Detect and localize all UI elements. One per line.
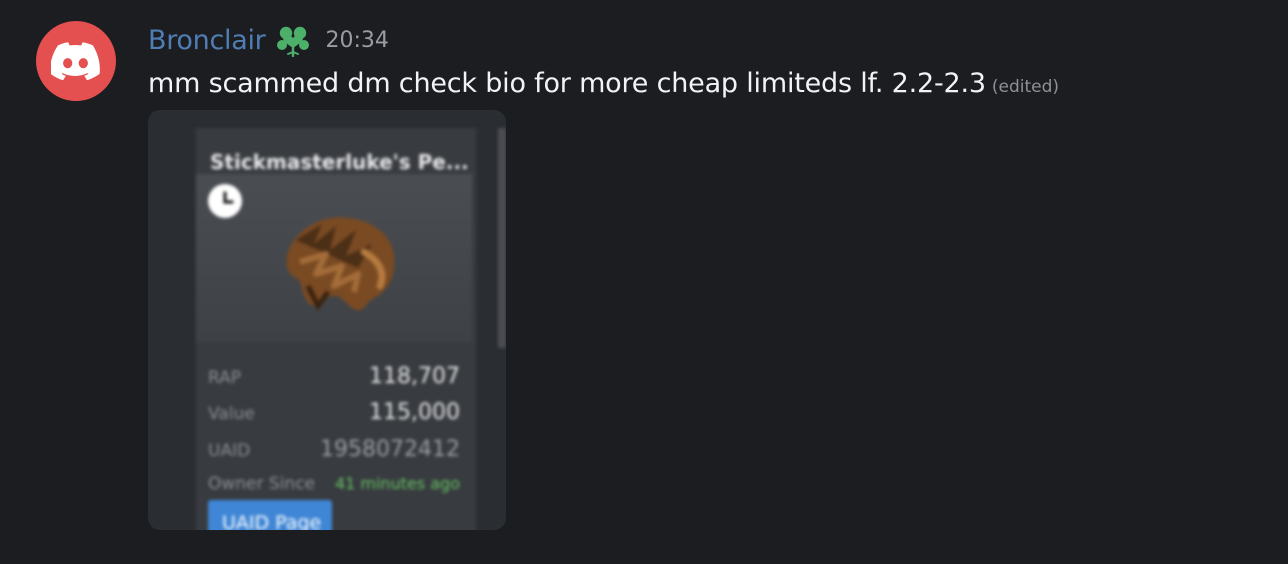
edited-label: (edited) — [991, 77, 1060, 97]
message-content: mm scammed dm check bio for more cheap l… — [148, 64, 1059, 107]
image-attachment[interactable]: Stickmasterluke's Pe... RAP 118,707 Valu… — [148, 110, 506, 530]
message-text: mm scammed dm check bio for more cheap l… — [148, 68, 986, 99]
stat-row-uaid: UAID 1958072412 — [208, 437, 460, 462]
card-title: Stickmasterluke's Pe... — [210, 150, 469, 174]
discord-logo-icon — [51, 42, 100, 80]
stat-value: 115,000 — [369, 400, 460, 425]
clover-icon[interactable] — [275, 22, 311, 58]
stat-row-value: Value 115,000 — [208, 400, 460, 425]
stat-value: 118,707 — [369, 364, 460, 389]
stat-value: 41 minutes ago — [334, 474, 460, 493]
stat-row-owner-since: Owner Since 41 minutes ago — [208, 474, 460, 494]
attachment-preview: Stickmasterluke's Pe... RAP 118,707 Valu… — [148, 110, 506, 530]
item-card: Stickmasterluke's Pe... RAP 118,707 Valu… — [194, 128, 478, 530]
username[interactable]: Bronclair — [148, 25, 266, 56]
item-thumbnail — [196, 174, 472, 342]
stat-label: Value — [208, 404, 255, 424]
avatar[interactable] — [36, 21, 116, 101]
stat-label: Owner Since — [208, 474, 316, 494]
stat-label: UAID — [208, 441, 251, 461]
chat-message: Bronclair 20:34 mm scammed dm check bio … — [0, 0, 1288, 564]
item-hair-image — [286, 217, 395, 311]
scrollbar — [498, 128, 506, 348]
timestamp: 20:34 — [325, 27, 389, 53]
stat-value: 1958072412 — [320, 437, 460, 462]
message-header: Bronclair 20:34 — [148, 20, 389, 60]
stat-label: RAP — [208, 368, 242, 388]
uaid-page-button: UAID Page — [208, 500, 332, 530]
stat-row-rap: RAP 118,707 — [208, 364, 460, 389]
